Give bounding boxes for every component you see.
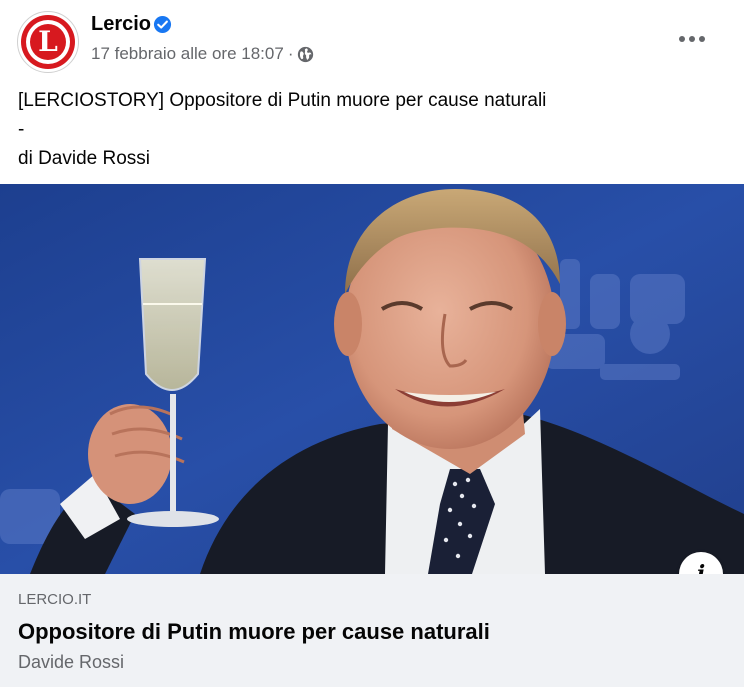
more-options-dot	[679, 36, 685, 42]
more-options-dot	[699, 36, 705, 42]
post-text-line: [LERCIOSTORY] Oppositore di Putin muore …	[18, 90, 547, 111]
page-avatar[interactable]: L	[17, 11, 79, 73]
post-meta: 17 febbraio alle ore 18:07 ·	[91, 44, 314, 64]
page-name-link[interactable]: Lercio	[91, 13, 151, 36]
photo-man-raising-champagne-glass	[0, 184, 744, 574]
link-title[interactable]: Oppositore di Putin muore per cause natu…	[18, 619, 490, 645]
link-preview-image[interactable]	[0, 184, 744, 574]
link-author: Davide Rossi	[18, 652, 125, 672]
link-preview-footer[interactable]: LERCIO.IT Oppositore di Putin muore per …	[0, 574, 744, 687]
link-domain: LERCIO.IT	[18, 591, 92, 608]
avatar-inner: L	[26, 20, 70, 64]
meta-separator: ·	[287, 44, 294, 63]
facebook-post: L Lercio 17 febbraio alle ore 18:07 · [L…	[0, 0, 747, 687]
avatar-ring: L	[21, 15, 75, 69]
post-text-line: di Davide Rossi	[18, 148, 150, 169]
globe-icon[interactable]	[297, 46, 314, 63]
more-options-dot	[689, 36, 695, 42]
lercio-logo: L	[30, 24, 66, 60]
post-timestamp[interactable]: 17 febbraio alle ore 18:07	[91, 44, 284, 64]
post-text-line: -	[18, 119, 25, 140]
more-options-button[interactable]	[670, 22, 714, 56]
post-message: [LERCIOSTORY] Oppositore di Putin muore …	[18, 86, 546, 173]
verified-badge-icon	[153, 15, 172, 34]
